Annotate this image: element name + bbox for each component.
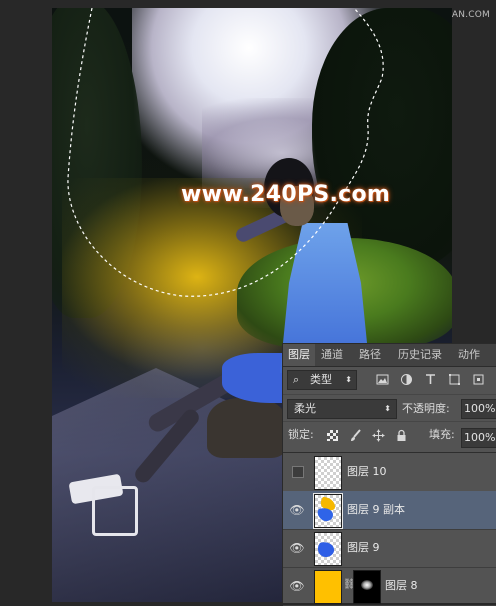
eye-icon[interactable]: 👁 xyxy=(289,502,305,518)
smart-object-filter-icon[interactable] xyxy=(472,373,485,386)
layer-thumbnail xyxy=(313,493,343,529)
tab-channels[interactable]: 通道 xyxy=(321,344,343,366)
type-filter-icon[interactable] xyxy=(424,373,437,386)
lock-transparent-icon[interactable] xyxy=(326,429,339,442)
layer-name: 图层 10 xyxy=(347,465,387,478)
layer-filter-row: ⌕ 类型 ⬍ xyxy=(283,367,496,393)
visibility-toggle-off[interactable] xyxy=(292,466,304,478)
layer-name: 图层 9 副本 xyxy=(347,503,405,516)
image-filter-icon[interactable] xyxy=(376,373,389,386)
layer-row-layer9-copy[interactable]: 👁 图层 9 副本 xyxy=(283,491,496,530)
thumbnail-art xyxy=(317,497,335,522)
layer-thumbnail xyxy=(314,456,342,490)
layer-row-layer8[interactable]: 👁 ⛓ 图层 8 xyxy=(283,567,496,606)
lock-row: 锁定: 填充: 100% xyxy=(283,421,496,448)
thumbnail-art xyxy=(317,542,335,558)
blend-mode-select[interactable]: 柔光 ⬍ xyxy=(287,399,397,419)
layer-name: 图层 9 xyxy=(347,541,380,554)
fill-input[interactable]: 100% xyxy=(461,428,496,448)
shape-filter-icon[interactable] xyxy=(448,373,461,386)
opacity-input[interactable]: 100% xyxy=(461,399,496,419)
search-icon: ⌕ xyxy=(293,373,300,386)
layer-thumbnail xyxy=(314,532,342,566)
layer-row-layer10[interactable]: 图层 10 xyxy=(283,453,496,492)
tab-history[interactable]: 历史记录 xyxy=(398,344,442,366)
updown-arrow-icon: ⬍ xyxy=(345,375,352,384)
eye-icon[interactable]: 👁 xyxy=(289,578,305,594)
panel-tabs: 图层 通道 路径 历史记录 动作 xyxy=(283,344,496,367)
opacity-label: 不透明度: xyxy=(402,402,450,415)
adjustment-filter-icon[interactable] xyxy=(400,373,413,386)
layers-panel: 图层 通道 路径 历史记录 动作 ⌕ 类型 ⬍ 柔光 ⬍ 不透明度: 100% … xyxy=(282,343,496,606)
lock-brush-icon[interactable] xyxy=(349,429,362,442)
layers-list: 图层 10 👁 图层 9 副本 👁 图层 9 👁 ⛓ 图层 8 xyxy=(283,452,496,606)
tab-paths[interactable]: 路径 xyxy=(359,344,381,366)
blend-mode-value: 柔光 xyxy=(294,402,316,415)
sandal-strap xyxy=(92,486,138,536)
layer-name: 图层 8 xyxy=(385,579,418,592)
tab-layers[interactable]: 图层 xyxy=(283,344,315,366)
blend-row: 柔光 ⬍ 不透明度: 100% xyxy=(283,394,496,421)
layer-mask-thumbnail[interactable] xyxy=(353,570,381,604)
updown-arrow-icon: ⬍ xyxy=(384,404,391,413)
fill-label: 填充: xyxy=(429,428,455,441)
lock-all-icon[interactable] xyxy=(395,429,408,442)
tab-actions[interactable]: 动作 xyxy=(458,344,480,366)
layer-row-layer9[interactable]: 👁 图层 9 xyxy=(283,529,496,568)
filter-kind-label: 类型 xyxy=(310,373,332,386)
layer-thumbnail xyxy=(314,570,342,604)
eye-icon[interactable]: 👁 xyxy=(289,540,305,556)
lock-label: 锁定: xyxy=(288,428,314,441)
filter-kind-select[interactable]: ⌕ 类型 ⬍ xyxy=(287,370,357,390)
watermark-text: www.240PS.com xyxy=(181,182,391,207)
lock-move-icon[interactable] xyxy=(372,429,385,442)
tree-stump-seat xyxy=(207,398,287,458)
